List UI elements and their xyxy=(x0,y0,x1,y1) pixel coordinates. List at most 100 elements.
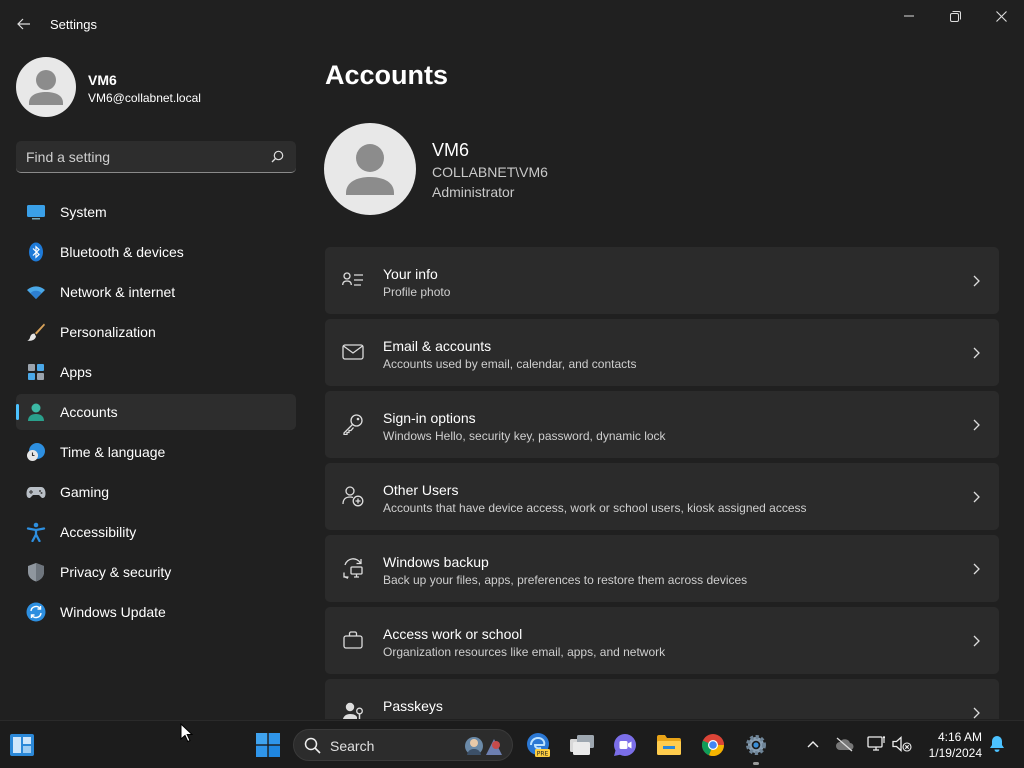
mail-icon xyxy=(342,344,364,360)
search-highlight-icon xyxy=(465,737,502,755)
account-avatar xyxy=(324,123,416,215)
taskbar-task-view[interactable] xyxy=(566,729,598,761)
tray-volume[interactable] xyxy=(891,733,913,755)
sidebar-item-accessibility[interactable]: Accessibility xyxy=(16,514,296,550)
card-sign-in-options[interactable]: Sign-in options Windows Hello, security … xyxy=(325,391,999,458)
globe-clock-icon xyxy=(27,443,45,461)
wifi-icon xyxy=(27,286,45,299)
sidebar-item-label: Accounts xyxy=(60,404,118,420)
sidebar-item-label: System xyxy=(60,204,107,220)
restore-icon xyxy=(949,10,961,22)
card-other-users[interactable]: Other Users Accounts that have device ac… xyxy=(325,463,999,530)
widgets-icon xyxy=(10,734,34,756)
svg-text:PRE: PRE xyxy=(537,751,549,758)
sidebar-item-label: Gaming xyxy=(60,484,110,500)
sidebar-item-accounts[interactable]: Accounts xyxy=(16,394,296,430)
person-add-icon xyxy=(342,486,364,507)
search-icon[interactable] xyxy=(271,150,284,163)
page-title: Accounts xyxy=(325,60,449,90)
sidebar-item-label: Personalization xyxy=(60,324,156,340)
card-title: Your info xyxy=(383,266,438,282)
sidebar-item-personalization[interactable]: Personalization xyxy=(16,314,296,350)
clock-date[interactable]: 1/19/2024 xyxy=(920,746,982,760)
chevron-right-icon xyxy=(973,707,980,719)
taskbar-search-label: Search xyxy=(330,738,375,754)
taskbar: Search PRE 4:16 AM 1/19/2024 xyxy=(0,720,1024,768)
show-hidden-icons[interactable] xyxy=(802,733,824,755)
title-bar: Settings xyxy=(0,0,1024,48)
sidebar-item-system[interactable]: System xyxy=(16,194,296,230)
sidebar-item-label: Time & language xyxy=(60,444,166,460)
cloud-offline-icon xyxy=(836,737,854,752)
card-title: Access work or school xyxy=(383,626,523,642)
account-domain: COLLABNET\VM6 xyxy=(432,164,548,180)
sidebar-item-time-language[interactable]: Time & language xyxy=(16,434,296,470)
teams-chat-icon xyxy=(614,734,636,756)
sidebar-item-label: Bluetooth & devices xyxy=(60,244,184,260)
account-name: VM6 xyxy=(432,140,470,160)
briefcase-icon xyxy=(343,631,363,649)
tray-onedrive[interactable] xyxy=(834,733,856,755)
sidebar-item-label: Privacy & security xyxy=(60,564,172,580)
card-description: Accounts used by email, calendar, and co… xyxy=(383,357,637,371)
chevron-right-icon xyxy=(973,491,980,503)
card-description: Profile photo xyxy=(383,285,451,299)
card-access-work-school[interactable]: Access work or school Organization resou… xyxy=(325,607,999,674)
search-icon xyxy=(304,737,321,754)
bell-icon xyxy=(990,736,1004,752)
app-title: Settings xyxy=(50,17,97,32)
account-role: Administrator xyxy=(432,184,515,200)
notifications-button[interactable] xyxy=(986,733,1008,755)
task-view-icon xyxy=(570,735,594,755)
folder-icon xyxy=(657,735,681,755)
chevron-right-icon xyxy=(973,635,980,647)
sidebar-item-gaming[interactable]: Gaming xyxy=(16,474,296,510)
passkey-icon xyxy=(342,702,363,719)
search-input[interactable] xyxy=(26,141,266,172)
sidebar-item-label: Accessibility xyxy=(60,524,137,540)
taskbar-settings[interactable] xyxy=(740,729,772,761)
taskbar-edge-dev[interactable]: PRE xyxy=(522,729,554,761)
card-email-accounts[interactable]: Email & accounts Accounts used by email,… xyxy=(325,319,999,386)
sidebar-item-privacy[interactable]: Privacy & security xyxy=(16,554,296,590)
sidebar-item-label: Apps xyxy=(60,364,92,380)
avatar[interactable] xyxy=(16,57,76,117)
chevron-right-icon xyxy=(973,563,980,575)
card-description: Windows Hello, security key, password, d… xyxy=(383,429,666,443)
card-windows-backup[interactable]: Windows backup Back up your files, apps,… xyxy=(325,535,999,602)
card-your-info[interactable]: Your info Profile photo xyxy=(325,247,999,314)
close-button[interactable] xyxy=(978,0,1024,32)
card-passkeys[interactable]: Passkeys xyxy=(325,679,999,719)
start-button[interactable] xyxy=(252,729,284,761)
shield-icon xyxy=(28,563,44,582)
person-icon xyxy=(28,403,44,421)
restore-button[interactable] xyxy=(932,0,978,32)
card-title: Other Users xyxy=(383,482,459,498)
sidebar-item-windows-update[interactable]: Windows Update xyxy=(16,594,296,630)
back-button[interactable] xyxy=(10,12,38,36)
chevron-right-icon xyxy=(973,419,980,431)
volume-muted-icon xyxy=(892,736,912,752)
minimize-button[interactable] xyxy=(886,0,932,32)
sidebar-item-network[interactable]: Network & internet xyxy=(16,274,296,310)
widgets-button[interactable] xyxy=(6,729,38,761)
sidebar-item-apps[interactable]: Apps xyxy=(16,354,296,390)
card-title: Sign-in options xyxy=(383,410,476,426)
taskbar-teams[interactable] xyxy=(609,729,641,761)
clock-time[interactable]: 4:16 AM xyxy=(930,730,982,744)
profile-email: VM6@collabnet.local xyxy=(88,91,201,105)
edge-dev-icon: PRE xyxy=(527,733,550,758)
tray-network[interactable] xyxy=(866,733,888,755)
taskbar-chrome[interactable] xyxy=(697,729,729,761)
sidebar-item-label: Network & internet xyxy=(60,284,176,300)
card-description: Back up your files, apps, preferences to… xyxy=(383,573,748,587)
gear-icon xyxy=(746,735,766,755)
running-indicator xyxy=(753,762,759,765)
card-description: Accounts that have device access, work o… xyxy=(383,501,807,515)
taskbar-file-explorer[interactable] xyxy=(653,729,685,761)
chevron-right-icon xyxy=(973,275,980,287)
taskbar-search[interactable]: Search xyxy=(293,729,513,761)
network-monitor-icon xyxy=(867,736,885,751)
card-title: Windows backup xyxy=(383,554,489,570)
sidebar-item-bluetooth[interactable]: Bluetooth & devices xyxy=(16,234,296,270)
